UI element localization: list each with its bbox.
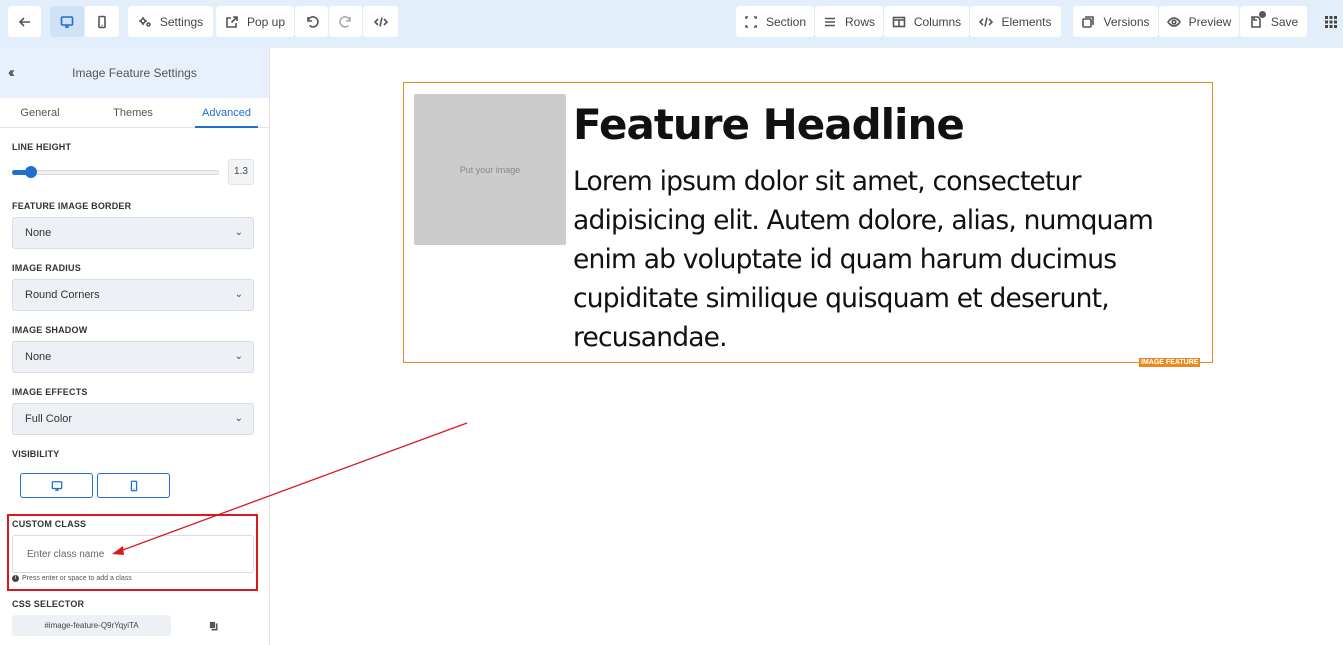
image-effects-value: Full Color	[25, 413, 73, 425]
mobile-icon	[130, 480, 137, 491]
custom-class-label: CUSTOM CLASS	[12, 519, 87, 529]
columns-label: Columns	[913, 14, 962, 29]
image-effects-select[interactable]: Full Color ⌄	[12, 403, 254, 435]
line-height-value[interactable]: 1.3	[228, 159, 254, 185]
copy-icon[interactable]	[209, 621, 218, 631]
preview-button[interactable]: Preview	[1159, 6, 1239, 37]
unsaved-indicator	[1259, 11, 1266, 18]
rows-icon	[824, 17, 835, 26]
section-icon	[745, 15, 757, 28]
image-shadow-value: None	[25, 351, 52, 363]
top-toolbar: Settings Pop up Section Rows Columns Ele…	[0, 0, 1343, 48]
line-height-slider[interactable]	[12, 170, 219, 175]
section-button[interactable]: Section	[736, 6, 814, 37]
tab-themes[interactable]: Themes	[95, 98, 171, 128]
image-border-value: None	[25, 227, 52, 239]
undo-icon	[306, 15, 319, 28]
gears-icon	[138, 16, 151, 27]
rows-button[interactable]: Rows	[815, 6, 883, 37]
code-icon	[373, 16, 388, 27]
image-border-select[interactable]: None ⌄	[12, 217, 254, 249]
image-feature-tag: IMAGE FEATURE	[1139, 358, 1201, 367]
redo-button[interactable]	[329, 6, 362, 37]
grid-icon	[1324, 15, 1337, 28]
image-radius-value: Round Corners	[25, 289, 100, 301]
tab-advanced[interactable]: Advanced	[195, 98, 258, 128]
info-icon: i	[12, 575, 19, 582]
code-icon	[979, 16, 994, 27]
css-selector-value: #image-feature-Q9rYqyiTA	[12, 615, 171, 636]
desktop-icon	[51, 480, 62, 491]
save-label: Save	[1270, 14, 1299, 29]
section-label: Section	[765, 14, 807, 29]
apps-menu-button[interactable]	[1318, 6, 1343, 37]
popup-label: Pop up	[246, 14, 286, 29]
arrow-left-icon	[18, 16, 30, 27]
image-shadow-select[interactable]: None ⌄	[12, 341, 254, 373]
visibility-desktop-toggle[interactable]	[20, 473, 93, 498]
chevron-down-icon: ⌄	[234, 413, 243, 424]
settings-tabs: General Themes Advanced	[0, 98, 269, 128]
panel-title: Image Feature Settings	[72, 66, 197, 80]
popup-button[interactable]: Pop up	[216, 6, 294, 37]
chevron-down-icon: ⌄	[234, 227, 243, 238]
image-border-label: FEATURE IMAGE BORDER	[12, 201, 132, 211]
eye-icon	[1166, 16, 1181, 27]
panel-header: ‹‹ Image Feature Settings	[0, 48, 269, 98]
feature-body-text[interactable]: Lorem ipsum dolor sit amet, consectetur …	[573, 162, 1193, 357]
versions-label: Versions	[1103, 14, 1150, 29]
columns-button[interactable]: Columns	[884, 6, 969, 37]
custom-class-hint: i Press enter or space to add a class	[12, 575, 132, 582]
back-button[interactable]	[8, 6, 41, 37]
preview-label: Preview	[1188, 14, 1232, 29]
settings-panel: ‹‹ Image Feature Settings General Themes…	[0, 48, 270, 645]
versions-icon	[1082, 15, 1095, 28]
line-height-slider-handle[interactable]	[24, 166, 37, 178]
undo-button[interactable]	[295, 6, 328, 37]
image-radius-select[interactable]: Round Corners ⌄	[12, 279, 254, 311]
redo-icon	[338, 15, 351, 28]
elements-button[interactable]: Elements	[970, 6, 1061, 37]
external-link-icon	[226, 15, 238, 28]
desktop-view-button[interactable]	[50, 6, 84, 37]
visibility-mobile-toggle[interactable]	[97, 473, 170, 498]
save-button[interactable]: Save	[1240, 6, 1307, 37]
desktop-icon	[60, 15, 74, 28]
css-selector-label: CSS SELECTOR	[12, 599, 85, 609]
custom-class-input[interactable]	[12, 535, 254, 573]
versions-button[interactable]: Versions	[1073, 6, 1158, 37]
chevron-down-icon: ⌄	[234, 289, 243, 300]
image-placeholder[interactable]: Put your image	[414, 94, 566, 245]
image-effects-label: IMAGE EFFECTS	[12, 387, 88, 397]
settings-label: Settings	[159, 14, 204, 29]
feature-headline[interactable]: Feature Headline	[573, 100, 965, 149]
custom-class-hint-text: Press enter or space to add a class	[22, 575, 132, 582]
image-shadow-label: IMAGE SHADOW	[12, 325, 88, 335]
image-placeholder-text: Put your image	[459, 164, 521, 175]
chevron-down-icon: ⌄	[234, 351, 243, 362]
mobile-icon	[98, 15, 106, 28]
code-button[interactable]	[363, 6, 398, 37]
image-radius-label: IMAGE RADIUS	[12, 263, 81, 273]
line-height-label: LINE HEIGHT	[12, 142, 72, 152]
mobile-view-button[interactable]	[85, 6, 119, 37]
elements-label: Elements	[1001, 14, 1052, 29]
collapse-panel-icon[interactable]: ‹‹	[8, 64, 15, 81]
settings-button[interactable]: Settings	[128, 6, 213, 37]
tab-general[interactable]: General	[0, 98, 80, 128]
rows-label: Rows	[844, 14, 875, 29]
visibility-label: VISIBILITY	[12, 449, 60, 459]
columns-icon	[892, 16, 906, 27]
